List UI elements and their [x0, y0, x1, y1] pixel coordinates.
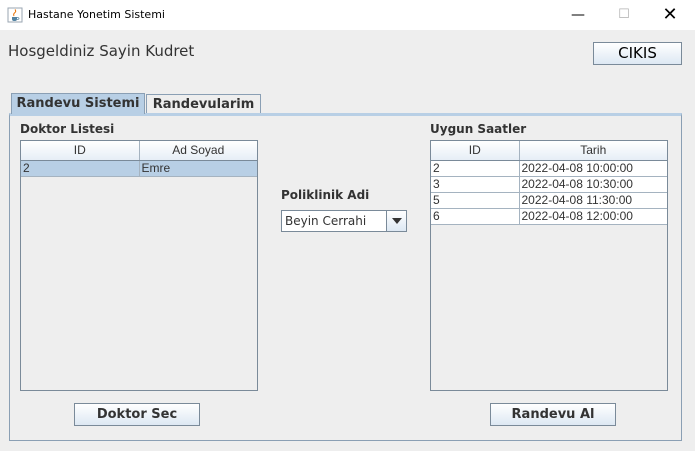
table-row[interactable]: 2 2022-04-08 10:00:00 — [431, 160, 667, 177]
welcome-text: Hosgeldiniz Sayin Kudret — [8, 42, 195, 60]
chevron-down-icon[interactable] — [386, 211, 406, 231]
available-times-title: Uygun Saatler — [430, 122, 527, 136]
window-title: Hastane Yonetim Sistemi — [28, 8, 165, 21]
available-times-table[interactable]: ID Tarih 2 2022-04-08 10:00:00 3 2022-04… — [430, 140, 668, 391]
minimize-button[interactable]: — — [555, 0, 601, 30]
cell-date[interactable]: 2022-04-08 12:00:00 — [519, 208, 667, 225]
tab-appointment-system[interactable]: Randevu Sistemi — [11, 93, 145, 114]
cell-id[interactable]: 6 — [431, 208, 520, 225]
cell-id[interactable]: 5 — [431, 192, 520, 209]
clinic-selected-value: Beyin Cerrahi — [285, 214, 367, 228]
cell-name[interactable]: Emre — [139, 160, 257, 177]
column-header-name[interactable]: Ad Soyad — [139, 141, 257, 161]
column-header-id[interactable]: ID — [431, 141, 520, 161]
table-row[interactable]: 2 Emre — [21, 160, 257, 177]
select-doctor-button[interactable]: Doktor Sec — [74, 403, 200, 426]
cell-date[interactable]: 2022-04-08 10:00:00 — [519, 160, 667, 177]
logout-button[interactable]: CIKIS — [593, 42, 682, 65]
cell-id[interactable]: 2 — [431, 160, 520, 177]
cell-id[interactable]: 3 — [431, 176, 520, 193]
doctor-table[interactable]: ID Ad Soyad 2 Emre — [20, 140, 258, 391]
maximize-button[interactable]: ☐ — [601, 0, 647, 30]
title-bar: Hastane Yonetim Sistemi — ☐ ✕ — [0, 0, 695, 30]
doctor-list-title: Doktor Listesi — [20, 122, 115, 136]
column-header-date[interactable]: Tarih — [519, 141, 667, 161]
main-content: Hosgeldiniz Sayin Kudret CIKIS Randevu S… — [0, 30, 695, 451]
tab-my-appointments[interactable]: Randevularim — [146, 94, 261, 114]
table-row[interactable]: 5 2022-04-08 11:30:00 — [431, 192, 667, 209]
table-row[interactable]: 3 2022-04-08 10:30:00 — [431, 176, 667, 193]
java-cup-icon — [7, 7, 23, 23]
table-row[interactable]: 6 2022-04-08 12:00:00 — [431, 208, 667, 225]
clinic-dropdown[interactable]: Beyin Cerrahi — [281, 210, 407, 232]
column-header-id[interactable]: ID — [21, 141, 140, 161]
close-button[interactable]: ✕ — [647, 0, 693, 30]
cell-date[interactable]: 2022-04-08 10:30:00 — [519, 176, 667, 193]
make-appointment-button[interactable]: Randevu Al — [490, 403, 616, 426]
clinic-label: Poliklinik Adi — [281, 188, 370, 202]
cell-id[interactable]: 2 — [21, 160, 140, 177]
cell-date[interactable]: 2022-04-08 11:30:00 — [519, 192, 667, 209]
